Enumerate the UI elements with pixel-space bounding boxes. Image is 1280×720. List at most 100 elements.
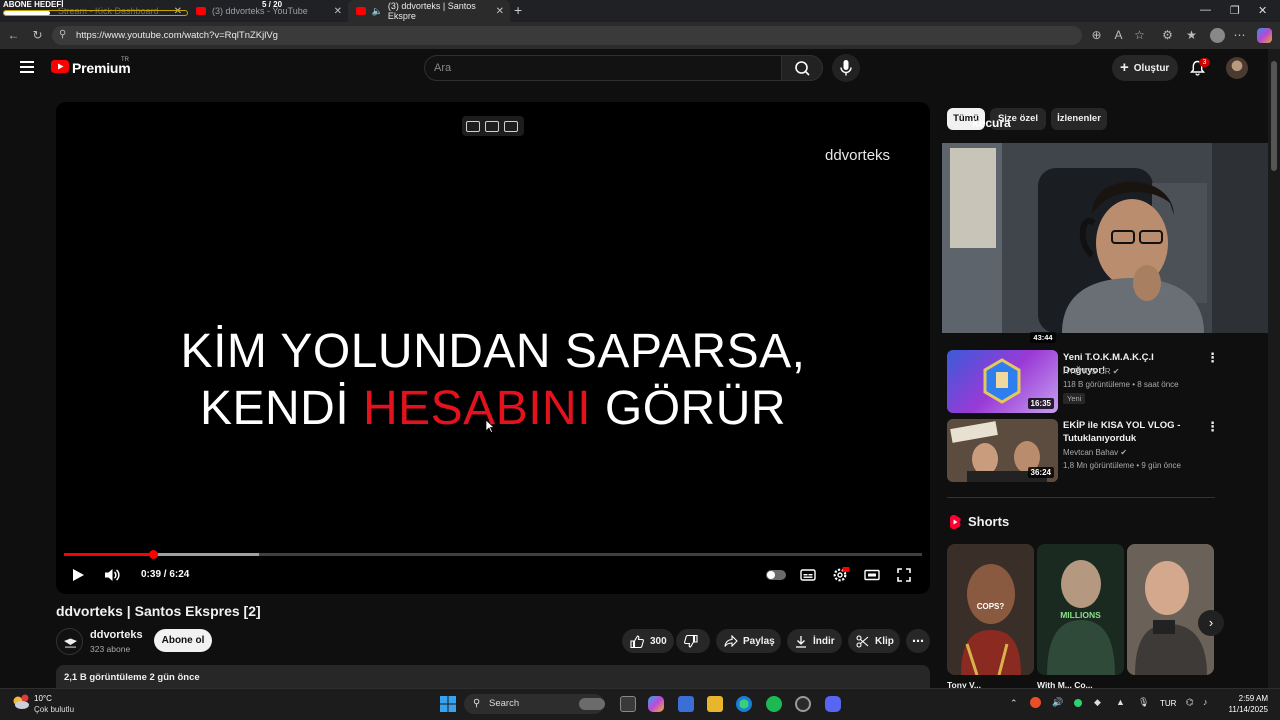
back-icon[interactable]: ←: [7, 29, 20, 42]
like-button[interactable]: 300: [622, 629, 674, 653]
chip-watched[interactable]: İzlenenler: [1051, 108, 1107, 130]
short-card[interactable]: [1127, 544, 1214, 675]
theater-icon: [864, 569, 880, 581]
edge-icon[interactable]: [736, 696, 752, 712]
search-input[interactable]: Ara: [424, 55, 782, 81]
window-close-icon[interactable]: ✕: [1258, 4, 1267, 17]
pip-icon[interactable]: [485, 120, 499, 132]
file-explorer-icon[interactable]: [707, 696, 723, 712]
tray-icon[interactable]: ▲: [1116, 697, 1125, 707]
avatar[interactable]: [1226, 57, 1248, 79]
speaker-tray-icon[interactable]: ♪: [1203, 697, 1208, 707]
chevron-right-icon[interactable]: ›: [1198, 610, 1224, 636]
close-icon[interactable]: ✕: [334, 6, 342, 17]
clip-button[interactable]: Klip: [848, 629, 900, 653]
page-scrollbar[interactable]: [1268, 49, 1280, 688]
close-icon[interactable]: ✕: [496, 6, 504, 17]
voice-search-button[interactable]: [832, 54, 860, 82]
short-caption: COPS?: [976, 602, 1005, 611]
extension-icon[interactable]: ⚙: [1161, 29, 1174, 42]
reload-icon[interactable]: ↻: [31, 29, 44, 42]
short-card[interactable]: COPS?: [947, 544, 1034, 675]
theater-mode-button[interactable]: [864, 567, 880, 583]
windows-start-icon[interactable]: [440, 696, 456, 712]
copilot-taskbar-icon[interactable]: [648, 696, 664, 712]
download-button[interactable]: İndir: [787, 629, 842, 653]
volume-tray-icon[interactable]: 🔊: [1052, 697, 1063, 708]
clock-date[interactable]: 11/14/2025: [1222, 705, 1268, 714]
scrollbar-thumb[interactable]: [1271, 61, 1277, 171]
youtube-logo-icon[interactable]: [51, 60, 69, 73]
cam-duration: 43:44: [1030, 332, 1056, 343]
profile-icon[interactable]: [1210, 28, 1225, 43]
language-indicator[interactable]: TUR: [1160, 699, 1176, 708]
restore-icon[interactable]: ❐: [1230, 4, 1240, 17]
queue-icon[interactable]: [504, 120, 518, 132]
play-button[interactable]: [70, 567, 86, 583]
weather-icon[interactable]: [10, 694, 30, 710]
store-icon[interactable]: [678, 696, 694, 712]
youtube-favicon-icon: [356, 7, 366, 15]
search-button[interactable]: [781, 55, 823, 81]
channel-name[interactable]: ddvorteks: [90, 629, 143, 641]
fullscreen-button[interactable]: [896, 567, 912, 583]
share-button[interactable]: Paylaş: [716, 629, 781, 653]
miniplayer-icon[interactable]: [466, 120, 480, 132]
clock-time[interactable]: 2:59 AM: [1226, 694, 1268, 703]
tray-icon[interactable]: ◆: [1094, 697, 1101, 708]
channel-logo-icon: [64, 638, 77, 648]
new-tab-button[interactable]: +: [514, 2, 522, 18]
more-menu-icon[interactable]: ⋯: [1233, 29, 1246, 42]
spotify-icon[interactable]: [766, 696, 782, 712]
url-text: https://www.youtube.com/watch?v=RqlTnZKj…: [76, 30, 278, 41]
taskbar-search-label: Search: [489, 698, 520, 709]
reco-thumbnail[interactable]: 36:24: [947, 419, 1058, 482]
copilot-icon[interactable]: [1257, 28, 1272, 43]
more-vertical-icon[interactable]: ⋮: [1206, 350, 1219, 366]
tab-current-video[interactable]: 🔈 (3) ddvorteks | Santos Ekspre ✕: [348, 0, 510, 22]
translate-icon[interactable]: ⊕: [1090, 29, 1103, 42]
reco-title[interactable]: EKİP ile KISA YOL VLOG - Tutuklanıyorduk: [1063, 419, 1198, 445]
more-vertical-icon[interactable]: ⋮: [1206, 419, 1219, 435]
play-icon: [73, 569, 84, 581]
verified-icon: ✔: [1112, 367, 1120, 376]
short-card[interactable]: MILLIONS: [1037, 544, 1124, 675]
reader-icon[interactable]: A: [1112, 29, 1125, 42]
short-thumbnail-image: [1127, 544, 1214, 675]
site-info-icon[interactable]: ⚲: [59, 29, 66, 40]
dislike-button[interactable]: [676, 629, 710, 653]
favorite-icon[interactable]: ☆: [1133, 29, 1146, 42]
progress-played: [64, 553, 154, 556]
channel-avatar[interactable]: [56, 628, 83, 655]
more-actions-button[interactable]: ⋯: [906, 629, 930, 653]
shorts-icon: [949, 515, 961, 529]
taskbar-search[interactable]: ⚲ Search: [464, 694, 605, 714]
volume-button[interactable]: [103, 567, 121, 583]
chevron-up-icon[interactable]: ⌃: [1010, 698, 1018, 709]
steam-icon[interactable]: [795, 696, 811, 712]
url-field[interactable]: ⚲ https://www.youtube.com/watch?v=RqlTnZ…: [52, 26, 1082, 45]
progress-scrubber[interactable]: [149, 550, 159, 559]
video-player[interactable]: ddvorteks KİM YOLUNDAN SAPARSA, KENDİ HE…: [56, 102, 930, 594]
task-view-icon[interactable]: [620, 696, 636, 712]
minimize-icon[interactable]: —: [1200, 4, 1211, 16]
settings-button[interactable]: [832, 567, 850, 583]
discord-icon[interactable]: [825, 696, 841, 712]
new-badge: Yeni: [1063, 393, 1086, 404]
browser-address-bar: ← ↻ ⚲ https://www.youtube.com/watch?v=Rq…: [0, 22, 1280, 49]
menu-icon[interactable]: [20, 61, 34, 73]
network-icon[interactable]: ⌬: [1186, 697, 1194, 708]
subtitles-button[interactable]: [800, 567, 816, 583]
autoplay-toggle[interactable]: [766, 570, 786, 580]
subtitles-icon: [800, 569, 816, 581]
streamer-webcam-image: [942, 143, 1280, 333]
view-count: 2,1 B görüntüleme 2 gün önce: [64, 672, 200, 683]
subscribe-button[interactable]: Abone ol: [154, 629, 212, 652]
create-button[interactable]: + Oluştur: [1112, 55, 1178, 81]
microphone-tray-icon[interactable]: 🎙: [1138, 697, 1149, 708]
favorites-icon[interactable]: ★: [1185, 29, 1198, 42]
progress-bar[interactable]: [64, 550, 922, 559]
reco-thumbnail[interactable]: 16:35: [947, 350, 1058, 413]
tray-app-icon[interactable]: [1030, 697, 1041, 708]
microphone-icon: [840, 60, 852, 76]
